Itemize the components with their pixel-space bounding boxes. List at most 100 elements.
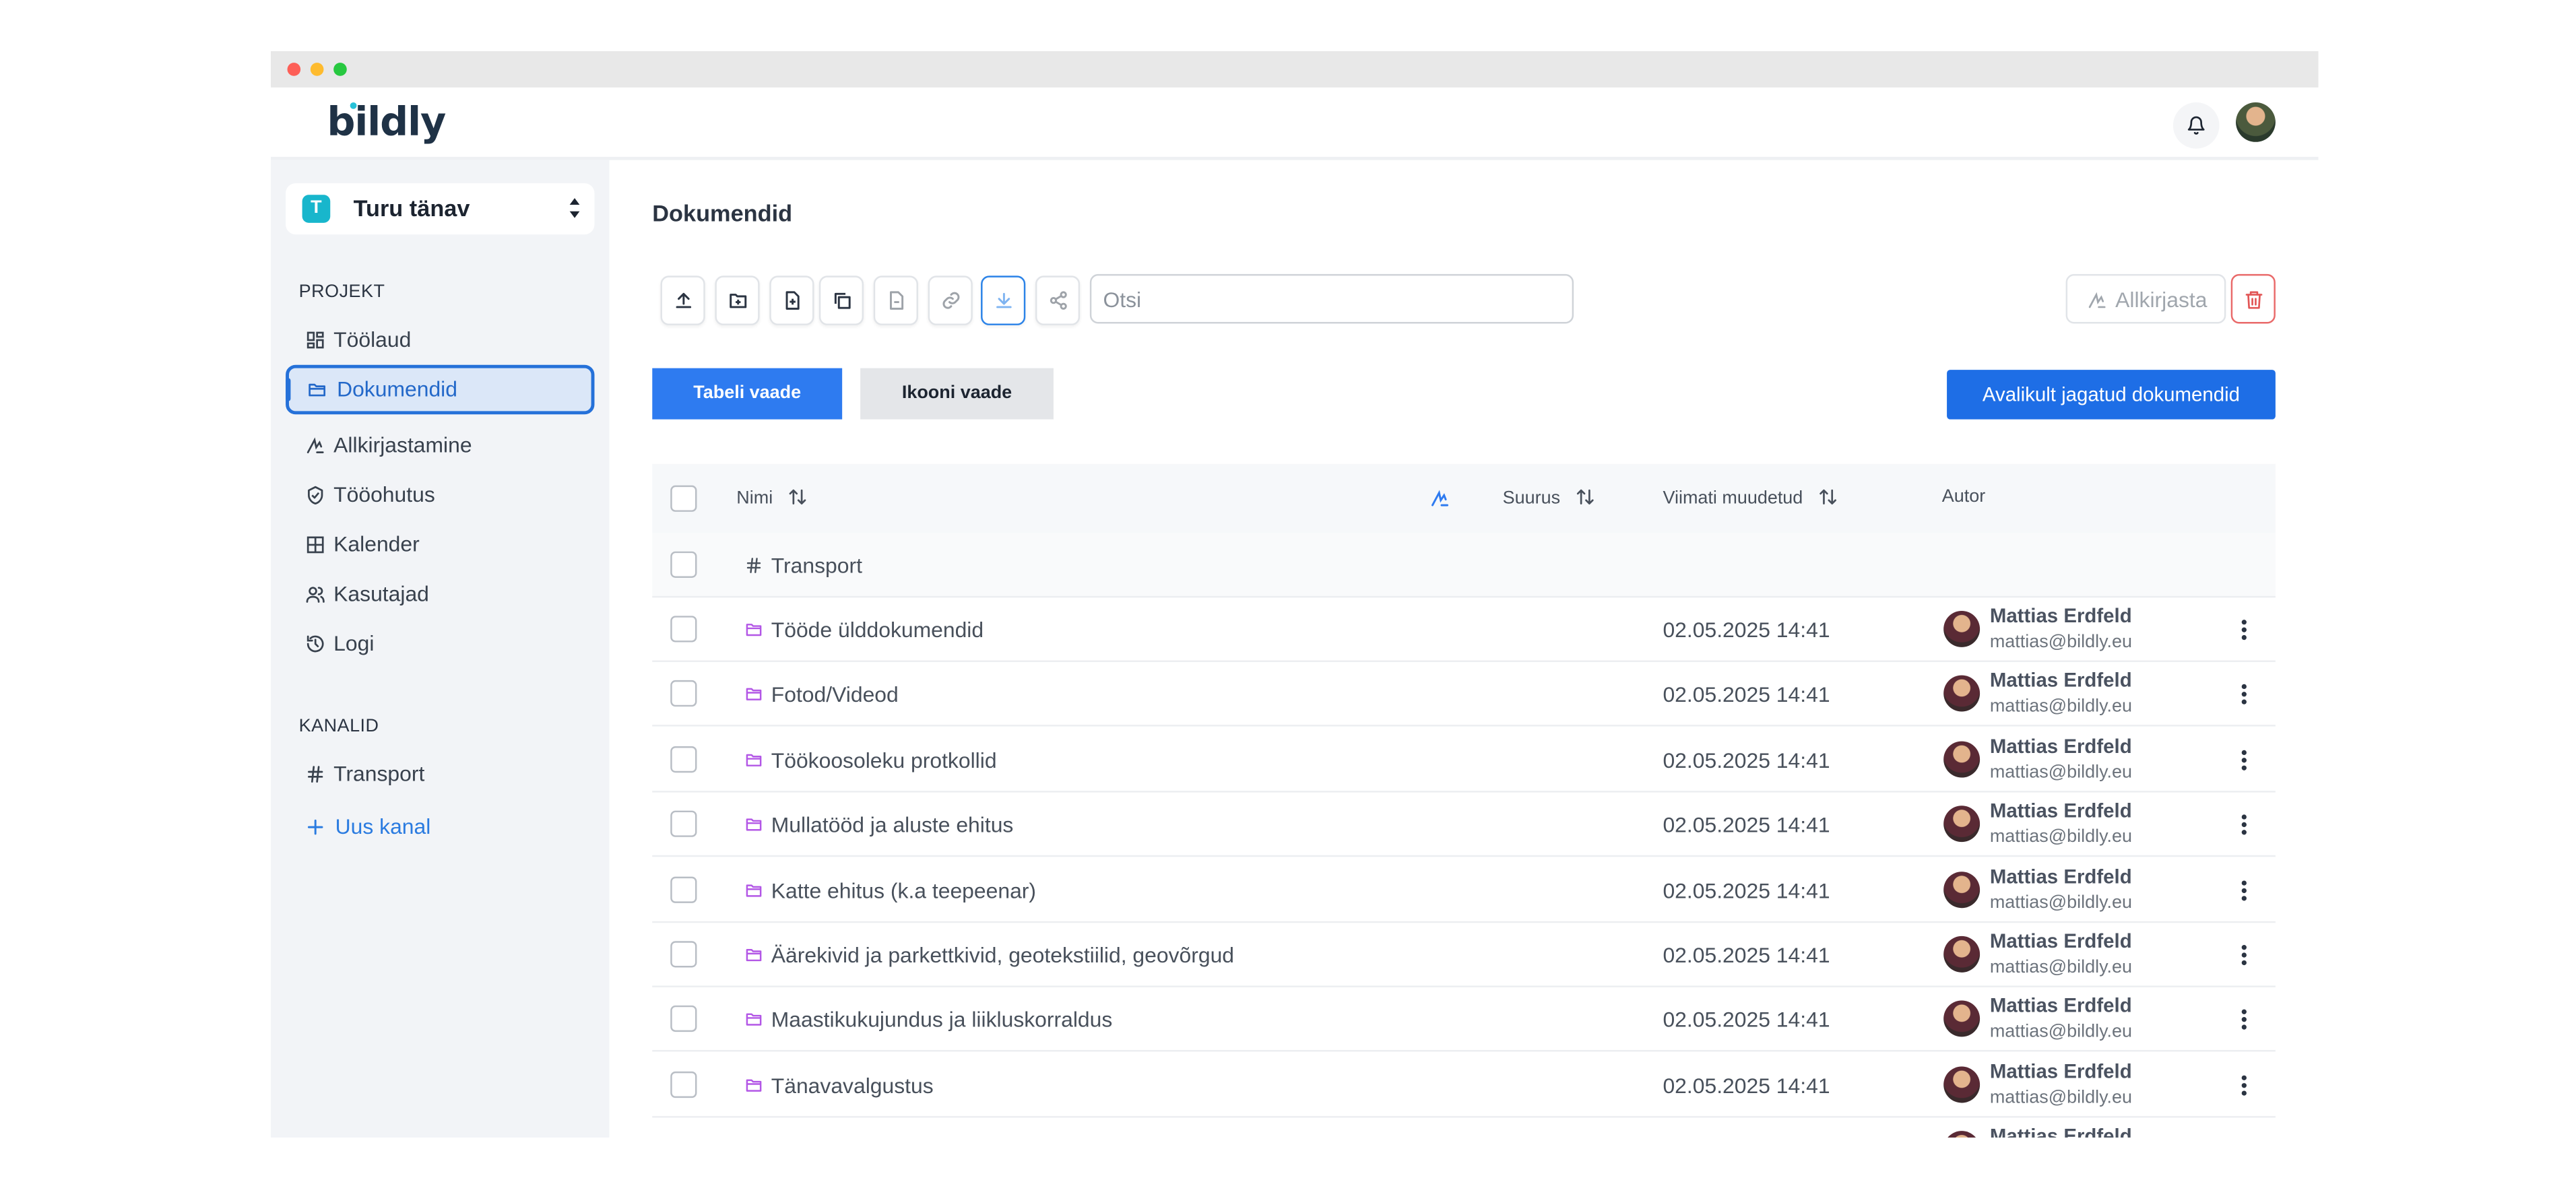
sidebar-channel-transport[interactable]: Transport [286, 750, 594, 799]
row-modified: 02.05.2025 14:41 [1663, 812, 1830, 838]
more-vertical-icon[interactable] [2241, 619, 2247, 641]
upload-icon [676, 292, 692, 308]
calendar-icon [307, 536, 324, 554]
row-name: Transport [771, 553, 862, 578]
row-email: mattias@bildly.eu [1989, 697, 2133, 717]
more-vertical-icon[interactable] [2241, 1010, 2247, 1031]
row-checkbox[interactable] [670, 551, 697, 578]
sidebar-item-label: Kasutajad [333, 581, 429, 606]
more-vertical-icon[interactable] [2241, 814, 2247, 836]
sidebar-item-label: Tööohutus [333, 482, 435, 507]
row-checkbox[interactable] [670, 811, 697, 838]
column-header-author[interactable]: Autor [1942, 487, 1985, 506]
table-row[interactable]: Maastikukujundus ja liikluskorraldus 02.… [652, 988, 2276, 1053]
folder-icon [746, 754, 762, 766]
app-logo[interactable]: bildly [327, 99, 446, 145]
row-checkbox[interactable] [670, 746, 697, 773]
row-email: mattias@bildly.eu [1989, 632, 2133, 653]
row-checkbox[interactable] [670, 616, 697, 643]
row-name: Tänavavalgustus [771, 1072, 934, 1098]
folder-icon [746, 688, 762, 701]
table-row[interactable]: Katte ehitus (k.a teepeenar) 02.05.2025 … [652, 858, 2276, 923]
sidebar-item-label: Transport [333, 761, 425, 786]
user-avatar[interactable] [2236, 102, 2276, 142]
sidebar-item-logi[interactable]: Logi [286, 619, 594, 669]
row-checkbox[interactable] [670, 1006, 697, 1033]
project-name: Turu tänav [353, 195, 470, 222]
project-badge: T [302, 195, 331, 223]
sidebar-item-kasutajad[interactable]: Kasutajad [286, 570, 594, 620]
table-row[interactable]: Tööde ülddokumendid 02.05.2025 14:41 Mat… [652, 597, 2276, 662]
sort-icon [789, 489, 806, 504]
table-row[interactable]: Tänavavalgustus 02.05.2025 14:41 Mattias… [652, 1053, 2276, 1118]
folder-icon [746, 884, 762, 896]
new-document-button[interactable] [769, 275, 814, 325]
folder-icon [746, 1014, 762, 1026]
signature-status-icon [1431, 490, 1449, 506]
table-header: Nimi Suurus Viimati muudetud Autor [652, 463, 2276, 533]
project-selector[interactable]: T Turu tänav [286, 183, 595, 235]
more-vertical-icon[interactable] [2241, 1074, 2247, 1096]
sidebar-item-dokumendid[interactable]: Dokumendid [286, 364, 595, 415]
row-email: mattias@bildly.eu [1989, 827, 2133, 847]
sidebar-item-toolaud[interactable]: Töölaud [286, 315, 594, 365]
author-avatar [1943, 806, 1981, 843]
copy-button[interactable] [818, 275, 864, 325]
row-modified: 02.05.2025 14:41 [1663, 747, 1830, 773]
notifications-button[interactable] [2172, 102, 2220, 149]
public-documents-button[interactable]: Avalikult jagatud dokumendid [1947, 370, 2276, 420]
maximize-window-button[interactable] [333, 63, 347, 76]
new-folder-button[interactable] [715, 275, 760, 325]
author-avatar [1943, 1066, 1981, 1103]
table-row[interactable]: Fotod/Videod 02.05.2025 14:41 Mattias Er… [652, 663, 2276, 727]
row-author: Mattias Erdfeld [1989, 1059, 2132, 1083]
row-checkbox[interactable] [670, 680, 697, 708]
author-avatar [1943, 1131, 1981, 1138]
new-channel-label: Uus kanal [335, 814, 431, 839]
row-checkbox[interactable] [670, 1071, 697, 1098]
users-icon [306, 587, 325, 603]
sidebar-item-label: Töölaud [333, 327, 412, 352]
column-header-name[interactable]: Nimi [736, 487, 808, 508]
select-all-checkbox[interactable] [670, 485, 697, 512]
table-row[interactable]: Töökoosoleku protkollid 02.05.2025 14:41… [652, 728, 2276, 793]
download-button[interactable] [981, 275, 1026, 325]
table-row[interactable]: Äärekivid ja parkettkivid, geotekstiilid… [652, 923, 2276, 987]
sidebar-item-label: Kalender [333, 531, 420, 557]
table-row-channel[interactable]: Transport [652, 533, 2276, 598]
row-modified: 02.05.2025 14:41 [1663, 1072, 1830, 1098]
top-header: bildly [271, 87, 2319, 160]
author-avatar [1943, 741, 1981, 778]
row-email: mattias@bildly.eu [1989, 1087, 2133, 1108]
more-vertical-icon[interactable] [2241, 684, 2247, 706]
column-header-size[interactable]: Suurus [1503, 487, 1595, 508]
row-checkbox[interactable] [670, 876, 697, 902]
table-row[interactable]: Mullatööd ja aluste ehitus 02.05.2025 14… [652, 793, 2276, 857]
share-button[interactable] [1035, 275, 1081, 325]
row-name: Maastikukujundus ja liikluskorraldus [771, 1008, 1113, 1033]
table-row[interactable]: Mattias Erdfeld [652, 1118, 2276, 1138]
table-view-button[interactable]: Tabeli vaade [652, 368, 843, 420]
sidebar-item-allkirjastamine[interactable]: Allkirjastamine [286, 421, 594, 471]
folder-icon [746, 948, 762, 962]
link-button[interactable] [928, 275, 973, 325]
more-vertical-icon[interactable] [2241, 880, 2247, 901]
row-author: Mattias Erdfeld [1989, 1124, 2132, 1138]
sidebar: T Turu tänav PROJEKT Töölaud Dokumendid … [271, 160, 610, 1138]
new-channel-button[interactable]: Uus kanal [286, 802, 594, 852]
close-window-button[interactable] [287, 63, 301, 76]
upload-file-button[interactable] [660, 275, 705, 325]
row-checkbox[interactable] [670, 941, 697, 968]
column-header-modified[interactable]: Viimati muudetud [1663, 487, 1837, 508]
sign-button[interactable]: Allkirjasta [2065, 273, 2226, 324]
delete-button[interactable] [2230, 273, 2276, 324]
sign-button-label: Allkirjasta [2115, 287, 2208, 313]
search-input[interactable] [1089, 273, 1574, 324]
sidebar-item-kalender[interactable]: Kalender [286, 520, 594, 570]
more-vertical-icon[interactable] [2241, 944, 2247, 966]
more-vertical-icon[interactable] [2241, 749, 2247, 770]
sidebar-item-toohutus[interactable]: Tööohutus [286, 471, 594, 521]
minimize-window-button[interactable] [310, 63, 324, 76]
file-info-button[interactable] [873, 275, 918, 325]
icon-view-button[interactable]: Ikooni vaade [860, 368, 1054, 420]
